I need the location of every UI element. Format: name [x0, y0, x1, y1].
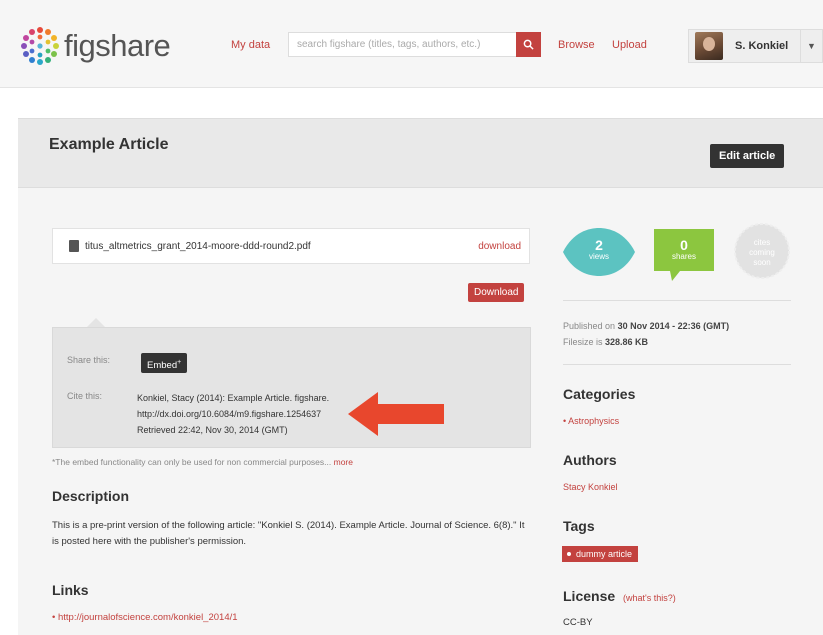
cites-label: coming	[749, 248, 775, 257]
link-item[interactable]: • http://journalofscience.com/konkiel_20…	[52, 612, 238, 623]
description-heading: Description	[52, 488, 130, 504]
published-date: 30 Nov 2014 - 22:36	[617, 321, 701, 331]
citation-doi[interactable]: http://dx.doi.org/10.6084/m9.figshare.12…	[137, 406, 329, 422]
share-label: Share this:	[67, 355, 111, 365]
embed-button[interactable]: Embed+	[141, 353, 188, 373]
search-button[interactable]	[516, 32, 541, 57]
nav-upload[interactable]: Upload	[612, 39, 647, 51]
avatar	[695, 32, 723, 60]
chevron-down-icon[interactable]: ▼	[800, 30, 822, 62]
share-panel-notch	[87, 318, 105, 327]
page: figshare My data Browse Upload S. Konkie…	[0, 0, 823, 635]
publish-meta: Published on 30 Nov 2014 - 22:36 (GMT) F…	[563, 318, 729, 350]
page-title: Example Article	[49, 136, 169, 153]
tags-heading: Tags	[563, 518, 595, 534]
embed-button-label: Embed	[147, 360, 178, 372]
divider	[563, 300, 791, 301]
file-row: titus_altmetrics_grant_2014-moore-ddd-ro…	[52, 228, 530, 264]
description-text: This is a pre-print version of the follo…	[52, 520, 525, 547]
license-value: CC-BY	[563, 617, 593, 628]
license-help-link[interactable]: (what's this?)	[623, 593, 676, 603]
views-stat: 2 views	[563, 238, 635, 262]
edit-article-button[interactable]: Edit article	[710, 144, 785, 168]
logo-text: figshare	[64, 28, 171, 63]
filesize-prefix: Filesize is	[563, 337, 603, 347]
views-label: views	[588, 252, 609, 261]
cites-label: cites	[753, 238, 771, 247]
download-button[interactable]: Download	[468, 283, 525, 302]
search-box	[288, 32, 516, 57]
cite-label: Cite this:	[67, 391, 103, 401]
nav-my-data[interactable]: My data	[231, 39, 270, 51]
filesize-value: 328.86 KB	[605, 337, 649, 347]
file-name[interactable]: titus_altmetrics_grant_2014-moore-ddd-ro…	[85, 241, 311, 252]
category-item[interactable]: • Astrophysics	[563, 416, 619, 426]
red-arrow-icon	[348, 392, 444, 436]
nav-browse[interactable]: Browse	[558, 39, 595, 51]
views-count: 2	[595, 237, 603, 253]
figshare-logo-icon	[21, 27, 59, 65]
file-download-link[interactable]: download	[478, 241, 521, 252]
article-title-bar: Example Article Edit article	[18, 118, 823, 188]
categories-heading: Categories	[563, 386, 636, 402]
links-heading: Links	[52, 582, 89, 598]
embed-note: *The embed functionality can only be use…	[52, 457, 353, 467]
published-prefix: Published on	[563, 321, 616, 331]
link-url: http://journalofscience.com/konkiel_2014…	[57, 612, 238, 623]
search-icon	[523, 39, 534, 50]
top-navigation-bar: figshare My data Browse Upload S. Konkie…	[0, 0, 823, 88]
authors-heading: Authors	[563, 452, 617, 468]
user-menu[interactable]: S. Konkiel ▼	[688, 29, 823, 63]
shares-count: 0	[680, 237, 688, 253]
license-title: License	[563, 588, 616, 604]
shares-stat: 0 shares	[654, 238, 714, 262]
shares-label: shares	[671, 252, 696, 261]
embed-note-text: *The embed functionality can only be use…	[52, 457, 332, 467]
cites-stat: cites coming soon	[734, 238, 790, 268]
citation: Konkiel, Stacy (2014): Example Article. …	[137, 390, 329, 438]
category-label: Astrophysics	[568, 416, 620, 426]
citation-retrieved: Retrieved 22:42, Nov 30, 2014 (GMT)	[137, 425, 288, 435]
file-icon	[69, 240, 79, 252]
cites-label: soon	[753, 258, 771, 267]
tag-item[interactable]: dummy article	[562, 546, 639, 562]
divider	[563, 364, 791, 365]
citation-line: Konkiel, Stacy (2014): Example Article. …	[137, 393, 330, 403]
search-input[interactable]	[289, 33, 516, 56]
figshare-logo[interactable]: figshare	[18, 24, 171, 68]
user-name: S. Konkiel	[735, 40, 789, 52]
author-item[interactable]: Stacy Konkiel	[563, 482, 618, 492]
embed-note-more-link[interactable]: more	[334, 457, 353, 467]
license-heading: License (what's this?)	[563, 588, 676, 604]
published-timezone: (GMT)	[703, 321, 730, 331]
